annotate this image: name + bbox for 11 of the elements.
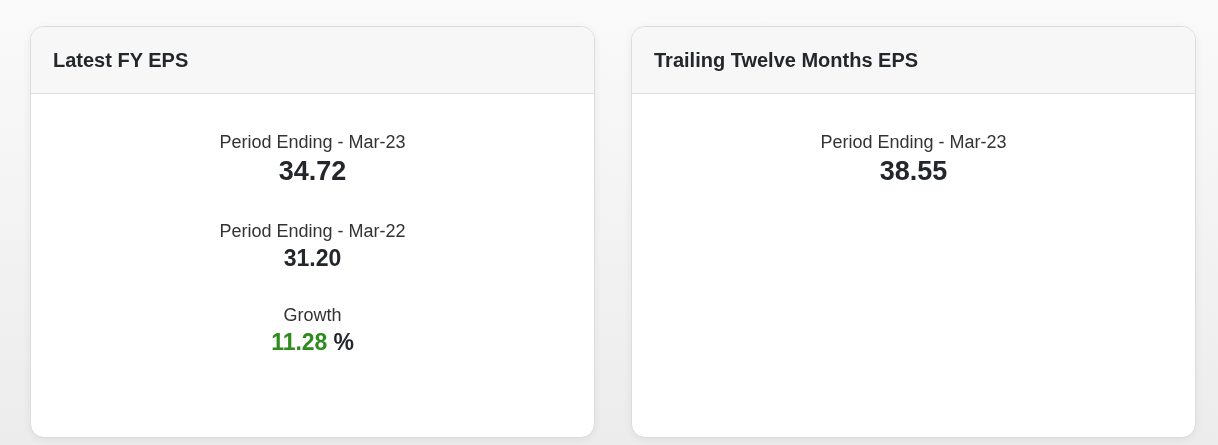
growth-value: 11.28 [271,330,328,356]
eps-value: 38.55 [879,157,948,187]
stat-label: Period Ending - Mar-23 [219,132,406,153]
card-title: Trailing Twelve Months EPS [654,48,919,72]
eps-value: 34.72 [278,157,347,187]
eps-value: 31.20 [283,245,342,271]
stat-label: Period Ending - Mar-22 [219,220,406,242]
card-title: Latest FY EPS [53,48,189,72]
stat-label: Growth [283,305,342,326]
percent-unit: % [333,330,354,356]
stat-label: Period Ending - Mar-23 [820,132,1007,153]
